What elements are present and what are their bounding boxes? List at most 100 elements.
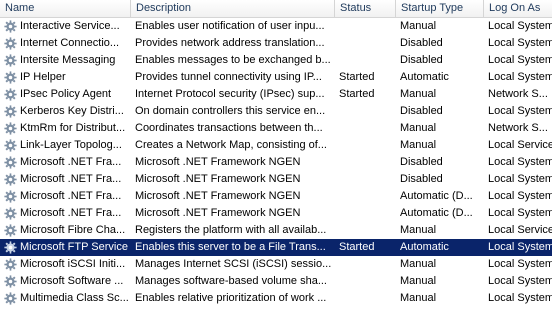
- service-row[interactable]: Microsoft .NET Fra... Microsoft .NET Fram…: [0, 205, 552, 222]
- column-header-description[interactable]: Description: [131, 0, 335, 18]
- service-name: Microsoft iSCSI Initi...: [20, 258, 126, 270]
- service-name-cell: Microsoft .NET Fra...: [0, 205, 131, 222]
- column-header-bar: Name Description Status Startup Type Log…: [0, 0, 552, 18]
- service-status: [335, 18, 396, 35]
- service-row[interactable]: Interactive Service... Enables user notif…: [0, 18, 552, 35]
- service-startup-type: Automatic: [400, 71, 449, 83]
- gear-icon: [4, 71, 20, 84]
- service-log-on-as: Network S...: [488, 122, 548, 134]
- service-row[interactable]: Kerberos Key Distri... On domain controll…: [0, 103, 552, 120]
- service-name: Microsoft Fibre Cha...: [20, 224, 126, 236]
- service-log-on-as: Local System: [488, 54, 552, 66]
- service-name-cell: IP Helper: [0, 69, 131, 86]
- service-name-cell: Microsoft Software ...: [0, 273, 131, 290]
- service-name: KtmRm for Distribut...: [20, 122, 126, 134]
- column-header-status[interactable]: Status: [335, 0, 396, 18]
- service-status: Started: [339, 241, 375, 253]
- service-status: [335, 222, 396, 239]
- service-name-cell: IPsec Policy Agent: [0, 86, 131, 103]
- service-name: Microsoft Software ...: [20, 275, 124, 287]
- gear-icon: [4, 122, 20, 135]
- service-name-cell: Multimedia Class Sc...: [0, 290, 131, 307]
- service-row[interactable]: Microsoft .NET Fra... Microsoft .NET Fram…: [0, 188, 552, 205]
- service-name: Intersite Messaging: [20, 54, 116, 66]
- service-description: Manages Internet SCSI (iSCSI) sessio...: [135, 258, 332, 270]
- service-description: Microsoft .NET Framework NGEN: [135, 207, 301, 219]
- service-log-on-as: Local Service: [488, 224, 552, 236]
- service-name-cell: Microsoft .NET Fra...: [0, 188, 131, 205]
- service-startup-type: Disabled: [400, 156, 443, 168]
- service-row[interactable]: Microsoft .NET Fra... Microsoft .NET Fram…: [0, 171, 552, 188]
- service-row[interactable]: KtmRm for Distribut... Coordinates transa…: [0, 120, 552, 137]
- service-description: Creates a Network Map, consisting of...: [135, 139, 327, 151]
- service-status: [335, 171, 396, 188]
- column-header-name[interactable]: Name: [0, 0, 131, 18]
- service-log-on-as: Local System: [488, 105, 552, 117]
- service-status: Started: [339, 88, 375, 100]
- service-row[interactable]: IPsec Policy Agent Internet Protocol secu…: [0, 86, 552, 103]
- service-name: Kerberos Key Distri...: [20, 105, 124, 117]
- service-startup-type: Manual: [400, 139, 437, 151]
- service-name-cell: Kerberos Key Distri...: [0, 103, 131, 120]
- service-status: [335, 154, 396, 171]
- service-startup-type: Manual: [400, 88, 437, 100]
- service-name-cell: Internet Connectio...: [0, 35, 131, 52]
- service-startup-type: Manual: [400, 224, 437, 236]
- service-row[interactable]: Internet Connectio... Provides network ad…: [0, 35, 552, 52]
- service-status: [335, 103, 396, 120]
- service-description: Microsoft .NET Framework NGEN: [135, 156, 301, 168]
- service-description: Coordinates transactions between th...: [135, 122, 323, 134]
- gear-icon: [4, 258, 20, 271]
- service-row[interactable]: Microsoft Fibre Cha... Registers the plat…: [0, 222, 552, 239]
- service-status: [335, 205, 396, 222]
- service-startup-type: Manual: [400, 20, 437, 32]
- service-startup-type: Disabled: [400, 54, 443, 66]
- service-row[interactable]: Multimedia Class Sc... Enables relative p…: [0, 290, 552, 307]
- service-startup-type: Automatic: [400, 241, 449, 253]
- service-description: Internet Protocol security (IPsec) sup..…: [135, 88, 325, 100]
- gear-icon: [4, 224, 20, 237]
- column-header-log-on-as-label: Log On As: [489, 2, 541, 14]
- service-status: [335, 188, 396, 205]
- gear-icon: [4, 139, 20, 152]
- service-name-cell: Microsoft .NET Fra...: [0, 154, 131, 171]
- service-name: Microsoft .NET Fra...: [20, 156, 122, 168]
- service-startup-type: Disabled: [400, 37, 443, 49]
- column-header-log-on-as[interactable]: Log On As: [484, 0, 552, 18]
- column-header-status-label: Status: [340, 2, 372, 14]
- service-startup-type: Manual: [400, 275, 437, 287]
- service-row[interactable]: Microsoft .NET Fra... Microsoft .NET Fram…: [0, 154, 552, 171]
- gear-icon: [4, 54, 20, 67]
- service-row[interactable]: Microsoft Software ... Manages software-b…: [0, 273, 552, 290]
- service-log-on-as: Local System: [488, 20, 552, 32]
- service-row[interactable]: Link-Layer Topolog... Creates a Network M…: [0, 137, 552, 154]
- service-description: Microsoft .NET Framework NGEN: [135, 173, 301, 185]
- service-startup-type: Automatic (D...: [400, 190, 473, 202]
- service-name: Microsoft .NET Fra...: [20, 173, 122, 185]
- service-status: [335, 35, 396, 52]
- service-row[interactable]: Microsoft iSCSI Initi... Manages Internet…: [0, 256, 552, 273]
- service-rows: Interactive Service... Enables user notif…: [0, 18, 552, 307]
- column-header-startup-type[interactable]: Startup Type: [396, 0, 484, 18]
- service-row[interactable]: IP Helper Provides tunnel connectivity us…: [0, 69, 552, 86]
- services-list-view: Name Description Status Startup Type Log…: [0, 0, 552, 314]
- service-name-cell: Microsoft FTP Service: [0, 239, 131, 256]
- service-description: Provides network address translation...: [135, 37, 325, 49]
- service-name: Internet Connectio...: [20, 37, 120, 49]
- service-row[interactable]: Microsoft FTP Service Enables this server…: [0, 239, 552, 256]
- service-log-on-as: Local System: [488, 190, 552, 202]
- service-description: Enables user notification of user inpu..…: [135, 20, 325, 32]
- gear-icon: [4, 20, 20, 33]
- service-startup-type: Disabled: [400, 105, 443, 117]
- service-row[interactable]: Intersite Messaging Enables messages to b…: [0, 52, 552, 69]
- service-startup-type: Manual: [400, 122, 437, 134]
- service-name-cell: Intersite Messaging: [0, 52, 131, 69]
- service-name: Microsoft FTP Service: [20, 241, 128, 253]
- service-status: Started: [339, 71, 375, 83]
- service-name: IP Helper: [20, 71, 66, 83]
- service-log-on-as: Network S...: [488, 88, 548, 100]
- service-log-on-as: Local System: [488, 275, 552, 287]
- service-status: [335, 52, 396, 69]
- service-startup-type: Manual: [400, 292, 437, 304]
- gear-icon: [4, 156, 20, 169]
